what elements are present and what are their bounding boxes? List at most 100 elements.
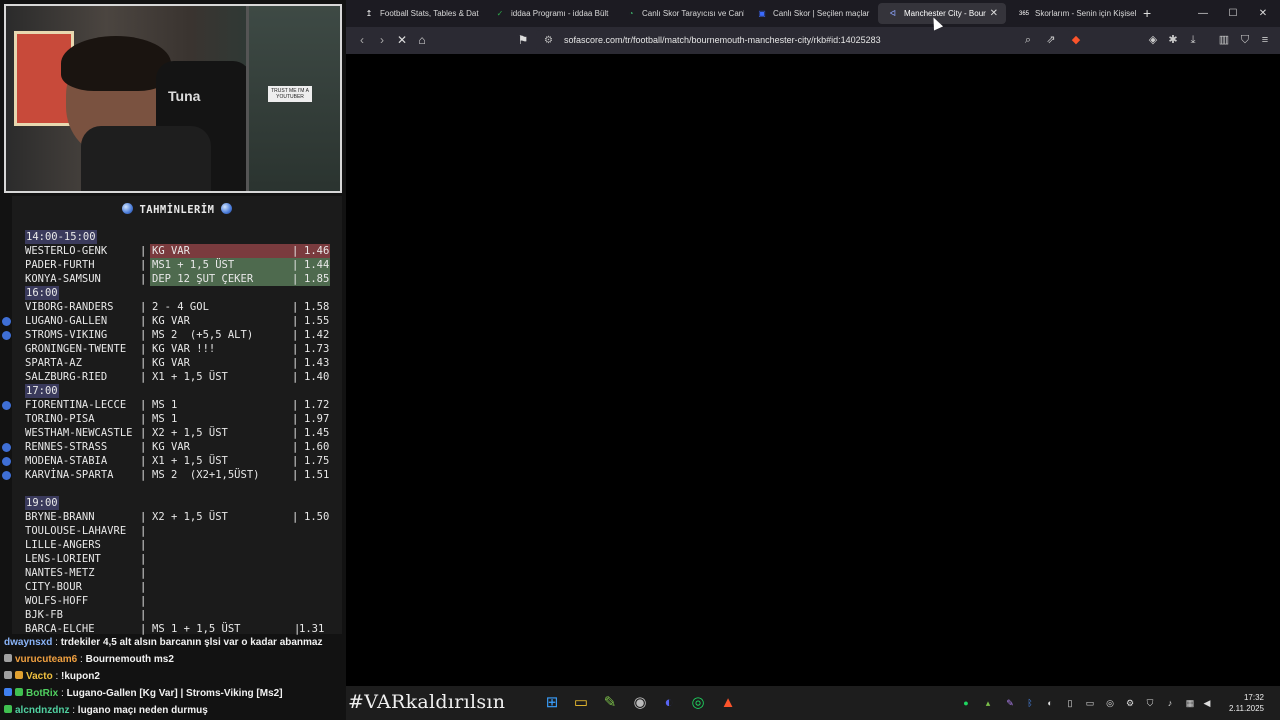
match-name: RENNES-STRASS xyxy=(25,441,108,453)
brave-icon[interactable]: ▲ xyxy=(719,694,737,712)
home-button[interactable]: ⌂ xyxy=(412,30,432,50)
forward-button[interactable]: › xyxy=(372,30,392,50)
reload-stop-button[interactable]: ✕ xyxy=(392,30,412,50)
chat-badge-icon xyxy=(4,705,12,713)
tab[interactable]: ▣ Canlı Skor | Seçilen maçlar xyxy=(747,3,875,24)
odds-value: 1.75 xyxy=(304,455,330,467)
match-name: FIORENTINA-LECCE xyxy=(25,399,127,411)
hashtag-overlay: #VARkaldırılsın xyxy=(348,691,506,713)
discord-icon[interactable]: ◐ xyxy=(660,694,678,712)
sidebar-icon[interactable]: ▥ xyxy=(1214,30,1234,50)
chat-separator: : xyxy=(58,688,67,699)
match-name: MODENA-STABIA xyxy=(25,455,108,467)
prediction-row: KARVİNA-SPARTA | MS 2 (X2+1,5ÜST) | 1.51 xyxy=(2,468,342,482)
match-name: SPARTA-AZ xyxy=(25,357,82,369)
spotify-tray-icon[interactable]: ● xyxy=(960,697,972,709)
odds-value: 1.73 xyxy=(304,343,330,355)
odds-value: 1.44 xyxy=(304,259,330,271)
shield-tray-icon[interactable]: ⛉ xyxy=(1144,697,1156,709)
tray-app-icon[interactable]: ▴ xyxy=(982,697,994,709)
close-window-button[interactable]: ✕ xyxy=(1248,3,1278,24)
clock-date: 2.11.2025 xyxy=(1229,704,1264,713)
bet-text: 2 - 4 GOL xyxy=(152,301,209,313)
microphone-icon[interactable]: ♪ xyxy=(1164,697,1176,709)
match-name: CITY-BOUR xyxy=(25,581,82,593)
tab[interactable]: ✓ iddaa Programı - iddaa Bült xyxy=(485,3,613,24)
network-icon[interactable]: ▦ xyxy=(1184,697,1196,709)
prediction-row: WESTHAM-NEWCASTLE | X2 + 1,5 ÜST | 1.45 xyxy=(12,426,342,440)
new-tab-button[interactable]: + xyxy=(1143,3,1151,24)
chat-username: BotRix xyxy=(26,688,59,699)
column-separator: | xyxy=(140,329,147,341)
gamepad-icon[interactable]: ▭ xyxy=(1084,697,1096,709)
column-separator: | xyxy=(140,357,147,369)
odds-value: 1.50 xyxy=(304,511,330,523)
bookmark-icon[interactable]: ⚑ xyxy=(513,30,533,50)
match-name: LENS-LORIENT xyxy=(25,553,101,565)
site-info-icon[interactable]: ⚙ xyxy=(544,30,553,51)
odds-value: 1.72 xyxy=(304,399,330,411)
predictions-title-row: TAHMİNLERİM xyxy=(12,203,342,216)
security-icon[interactable]: ◎ xyxy=(1104,697,1116,709)
zoom-icon[interactable]: ⌕ xyxy=(1018,30,1038,50)
match-name: TOULOUSE-LAHAVRE xyxy=(25,525,127,537)
column-separator: | xyxy=(140,553,147,565)
predictions-title: TAHMİNLERİM xyxy=(139,204,215,216)
prediction-row: GRONINGEN-TWENTE | KG VAR !!! | 1.73 xyxy=(12,342,342,356)
windows-start-icon[interactable]: ⊞ xyxy=(543,694,561,712)
back-button[interactable]: ‹ xyxy=(352,30,372,50)
vpn-icon[interactable]: ⛉ xyxy=(1235,30,1255,50)
obs-icon[interactable]: ◉ xyxy=(631,694,649,712)
downloads-icon[interactable]: ⤓ xyxy=(1183,30,1203,50)
navigation-bar: ‹ › ✕ ⌂ ⚑ ⚙ sofascore.com/tr/football/ma… xyxy=(346,27,1280,54)
time-label: 14:00-15:00 xyxy=(25,230,97,244)
odds-value: 1.46 xyxy=(304,245,330,257)
clock[interactable]: 17:32 2.11.2025 xyxy=(1204,692,1274,714)
tab-close-icon[interactable]: ✕ xyxy=(990,3,998,24)
tab[interactable]: ◔ Canlı Skor Tarayıcısı ve Canlı xyxy=(616,3,744,24)
time-header: 14:00-15:00 xyxy=(12,230,342,244)
address-bar[interactable]: ⚙ sofascore.com/tr/football/match/bourne… xyxy=(536,30,1072,51)
prediction-row: TORINO-PISA | MS 1 | 1.97 xyxy=(12,412,342,426)
tab-label: iddaa Programı - iddaa Bült xyxy=(511,9,609,18)
wallet-icon[interactable]: ◈ xyxy=(1143,30,1163,50)
chat-badge-icon xyxy=(15,671,23,679)
prediction-row: STROMS-VIKING | MS 2 (+5,5 ALT) | 1.42 xyxy=(2,328,342,342)
tab[interactable]: 365 Skorlarım - Senin için Kişisel xyxy=(1009,3,1137,24)
chat-badge-icon xyxy=(15,688,23,696)
share-icon[interactable]: ⇗ xyxy=(1041,30,1061,50)
prediction-row: CITY-BOUR | xyxy=(12,580,342,594)
tab[interactable]: ↥ Football Stats, Tables & Dat xyxy=(354,3,482,24)
spotify-icon[interactable]: ◎ xyxy=(689,694,707,712)
predictions-panel: TAHMİNLERİM 14:00-15:00 WESTERLO-GENK | KG … xyxy=(2,196,342,635)
tab-active[interactable]: ᐊ Manchester City - Bour ✕ xyxy=(878,3,1006,24)
match-name: BRYNE-BRANN xyxy=(25,511,95,523)
odds-value: 1.97 xyxy=(304,413,330,425)
tab-favicon-icon: ᐊ xyxy=(889,9,897,18)
column-separator: | xyxy=(140,525,147,537)
prediction-row: NANTES-METZ | xyxy=(12,566,342,580)
tab-label: Manchester City - Bour xyxy=(904,9,986,18)
minimize-button[interactable]: — xyxy=(1188,3,1218,24)
menu-icon[interactable]: ≡ xyxy=(1255,30,1275,50)
discord-tray-icon[interactable]: ◐ xyxy=(1044,697,1056,709)
brave-shields-icon[interactable]: ◆ xyxy=(1066,30,1086,50)
file-explorer-icon[interactable]: ▭ xyxy=(572,694,590,712)
pen-tray-icon[interactable]: ✎ xyxy=(1004,697,1016,709)
usb-icon[interactable]: ▯ xyxy=(1064,697,1076,709)
notepad-icon[interactable]: ✎ xyxy=(601,694,619,712)
settings-tray-icon[interactable]: ⚙ xyxy=(1124,697,1136,709)
extensions-icon[interactable]: ✱ xyxy=(1163,30,1183,50)
odds-value: 1.85 xyxy=(304,273,330,285)
bluetooth-icon[interactable]: ᛒ xyxy=(1024,697,1036,709)
odds-value: 1.40 xyxy=(304,371,330,383)
bet-text: KG VAR !!! xyxy=(152,343,216,355)
page-content[interactable] xyxy=(346,54,1280,686)
odds-value: 1.42 xyxy=(304,329,330,341)
maximize-button[interactable]: ☐ xyxy=(1218,3,1248,24)
column-separator: | xyxy=(140,511,147,523)
match-name: PADER-FURTH xyxy=(25,259,95,271)
bet-text: MS 2 (+5,5 ALT) xyxy=(152,329,254,341)
football-icon xyxy=(220,203,232,214)
prediction-row: LILLE-ANGERS | xyxy=(12,538,342,552)
